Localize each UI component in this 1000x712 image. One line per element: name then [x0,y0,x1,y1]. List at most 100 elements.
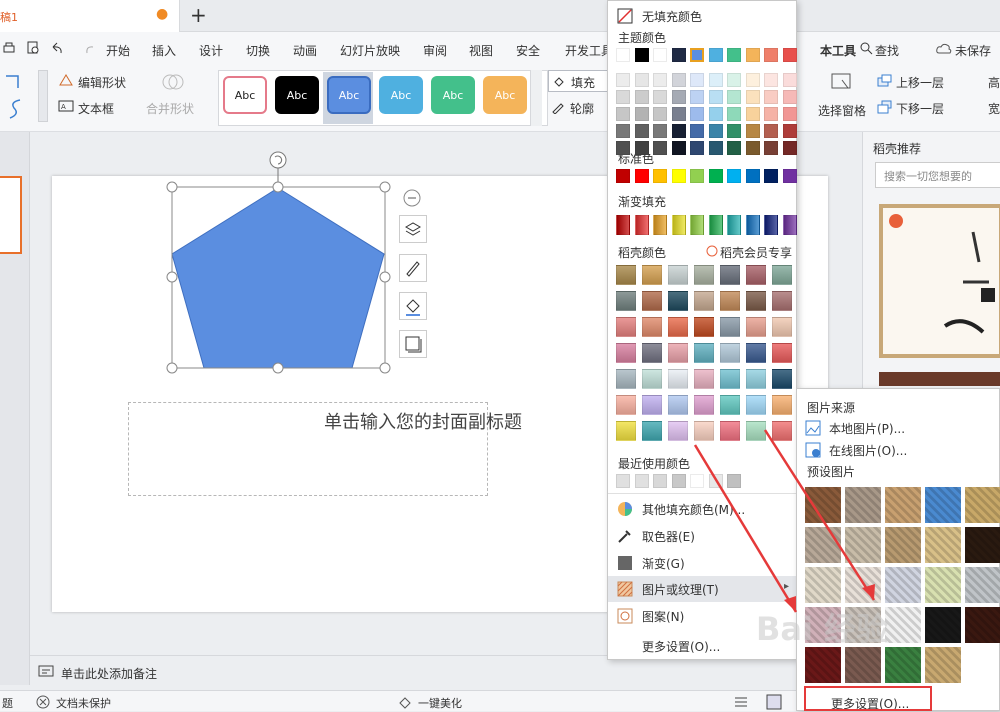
theme-color-shade[interactable] [671,141,686,155]
docer-color-swatch[interactable] [772,291,792,311]
preset-texture-tile[interactable] [965,527,1000,563]
send-backward-button[interactable]: 下移一层 [896,100,944,117]
collapse-minus-icon[interactable] [403,189,421,207]
theme-color-swatch[interactable] [690,48,704,62]
docer-color-swatch[interactable] [642,291,662,311]
theme-color-shade[interactable] [671,90,686,104]
selection-pane-button[interactable]: 选择窗格 [818,102,866,119]
theme-color-shade[interactable] [782,141,797,155]
theme-color-shade[interactable] [616,124,630,138]
undo-icon[interactable] [50,41,64,55]
theme-color-swatch[interactable] [616,48,630,62]
preset-texture-tile[interactable] [965,607,1000,643]
gradient-swatch[interactable] [634,215,649,235]
docer-color-swatch[interactable] [772,343,792,363]
docer-color-swatch[interactable] [746,291,766,311]
preset-texture-tile[interactable] [885,647,921,683]
docer-color-swatch[interactable] [720,343,740,363]
docer-color-swatch[interactable] [746,317,766,337]
resize-handle-se[interactable] [379,362,391,374]
docer-color-swatch[interactable] [616,291,636,311]
shape-style-6[interactable]: Abc [483,76,527,114]
docer-color-swatch[interactable] [694,317,714,337]
docer-color-swatch[interactable] [668,291,688,311]
theme-color-shade[interactable] [634,141,649,155]
doc-protect-status[interactable]: 文档未保护 [56,695,111,711]
add-tab-button[interactable]: + [190,3,207,27]
docer-color-swatch[interactable] [772,265,792,285]
gradient-swatch[interactable] [727,215,741,235]
standard-color-swatch[interactable] [782,169,797,183]
docer-color-swatch[interactable] [772,369,792,389]
docer-color-swatch[interactable] [720,317,740,337]
gradient-swatch[interactable] [653,215,667,235]
resize-handle-ne[interactable] [379,181,391,193]
theme-color-shade[interactable] [616,73,630,87]
gradient-swatch[interactable] [745,215,760,235]
docer-color-swatch[interactable] [694,291,714,311]
docer-color-swatch[interactable] [642,369,662,389]
edit-shape-button[interactable]: 编辑形状 [78,74,126,91]
shape-style-4[interactable]: Abc [379,76,423,114]
theme-color-shade[interactable] [634,124,649,138]
fill-button[interactable]: 填充 [548,70,608,92]
docer-color-swatch[interactable] [616,265,636,285]
docer-color-swatch[interactable] [668,265,688,285]
standard-color-swatch[interactable] [634,169,649,183]
template-thumbnail[interactable] [879,204,1000,358]
rotate-handle[interactable] [269,151,287,169]
docer-color-swatch[interactable] [746,369,766,389]
fill-quick-button[interactable] [399,292,427,320]
theme-color-swatch[interactable] [764,48,778,62]
preset-texture-tile[interactable] [965,567,1000,603]
standard-color-swatch[interactable] [671,169,686,183]
preset-texture-tile[interactable] [965,487,1000,523]
theme-color-shade[interactable] [616,141,630,155]
preset-texture-tile[interactable] [925,607,961,643]
docer-color-swatch[interactable] [616,369,636,389]
menu-insert[interactable]: 插入 [152,42,176,59]
document-tab[interactable]: 稿1 ● [0,0,180,32]
layers-button[interactable] [399,215,427,243]
theme-color-shade[interactable] [653,141,667,155]
theme-color-shade[interactable] [745,90,760,104]
theme-color-shade[interactable] [690,141,704,155]
resize-handle-n[interactable] [272,181,284,193]
docer-color-swatch[interactable] [642,343,662,363]
theme-color-swatch[interactable] [634,48,649,62]
menu-design[interactable]: 设计 [199,42,223,59]
theme-color-shade[interactable] [653,73,667,87]
menu-developer[interactable]: 开发工具 [565,42,613,59]
menu-security[interactable]: 安全 [516,42,540,59]
menu-text-tools[interactable]: 本工具 [820,42,856,59]
style-gallery-scroll[interactable] [530,70,542,126]
resize-handle-sw[interactable] [166,362,178,374]
slide-thumbnail[interactable] [0,176,22,254]
gradient-swatch[interactable] [616,215,630,235]
theme-color-shade[interactable] [782,107,797,121]
gradient-swatch[interactable] [708,215,723,235]
docer-color-swatch[interactable] [668,343,688,363]
theme-color-shade[interactable] [708,107,723,121]
docer-color-swatch[interactable] [694,265,714,285]
theme-color-shade[interactable] [764,124,778,138]
standard-color-swatch[interactable] [616,169,630,183]
pen-button[interactable] [399,254,427,282]
docer-color-swatch[interactable] [668,317,688,337]
theme-color-shade[interactable] [745,107,760,121]
menu-start[interactable]: 开始 [106,42,130,59]
theme-color-shade[interactable] [727,107,741,121]
resize-handle-nw[interactable] [166,181,178,193]
gradient-swatch[interactable] [764,215,778,235]
theme-color-shade[interactable] [653,124,667,138]
theme-color-shade[interactable] [764,73,778,87]
preset-texture-tile[interactable] [925,487,961,523]
theme-color-shade[interactable] [782,73,797,87]
docer-color-swatch[interactable] [616,343,636,363]
preset-texture-tile[interactable] [845,647,881,683]
docer-color-swatch[interactable] [694,343,714,363]
theme-color-shade[interactable] [782,90,797,104]
menu-view[interactable]: 视图 [469,42,493,59]
outline-view-icon[interactable] [734,696,748,708]
print-icon[interactable] [2,41,16,55]
